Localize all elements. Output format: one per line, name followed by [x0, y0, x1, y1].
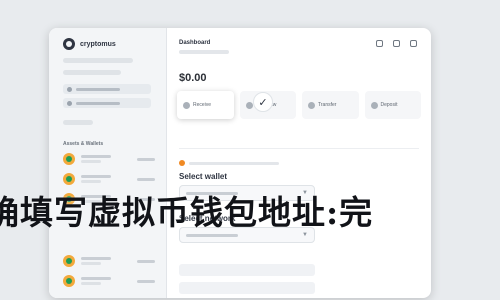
- form-field-placeholder[interactable]: [179, 282, 315, 294]
- sidebar-item[interactable]: [63, 98, 151, 108]
- main-panel: Dashboard $0.00 Receive Withdraw Transfe…: [167, 28, 431, 298]
- asset-row[interactable]: [63, 172, 155, 186]
- overlay-caption: 确填写虚拟币钱包地址:完: [0, 193, 374, 232]
- settings-icon[interactable]: [393, 40, 400, 47]
- brand-name: cryptomus: [80, 40, 116, 48]
- action-bar: Receive Withdraw Transfer Deposit: [177, 90, 421, 120]
- wallet-icon: [370, 101, 378, 109]
- receive-label: Receive: [193, 102, 212, 108]
- deposit-button[interactable]: Deposit: [364, 91, 421, 119]
- transfer-button[interactable]: Transfer: [302, 91, 359, 119]
- app-window: cryptomus Assets & Wallets Dashboard $0.…: [49, 28, 431, 298]
- arrow-down-icon: [183, 101, 190, 109]
- swap-icon: [308, 101, 315, 109]
- sidebar-nav-line[interactable]: [63, 120, 93, 125]
- asset-value-placeholder: [137, 279, 155, 283]
- nav-dot-icon: [67, 100, 72, 106]
- assets-heading: Assets & Wallets: [63, 141, 104, 147]
- form-field-placeholder[interactable]: [179, 264, 315, 276]
- page-title: Dashboard: [179, 40, 211, 46]
- warning-icon: [179, 160, 185, 166]
- coin-icon: [63, 255, 75, 267]
- arrow-up-icon: [245, 101, 253, 109]
- balance-caption-placeholder: [179, 50, 229, 54]
- warning-text-placeholder: [189, 161, 279, 165]
- sidebar-item-label-placeholder: [76, 87, 120, 91]
- top-toolbar: [376, 40, 417, 47]
- deposit-label: Deposit: [380, 102, 398, 108]
- divider: [179, 148, 419, 149]
- asset-value-placeholder: [137, 157, 155, 161]
- asset-row[interactable]: [63, 152, 155, 166]
- asset-value-placeholder: [137, 177, 155, 181]
- sidebar-nav-line[interactable]: [63, 58, 133, 63]
- transfer-label: Transfer: [318, 102, 337, 108]
- logo-icon: [63, 38, 75, 50]
- warning-note: [179, 160, 279, 166]
- sidebar-item-label-placeholder: [76, 101, 120, 105]
- coin-icon: [63, 173, 75, 185]
- coin-icon: [63, 153, 75, 165]
- notification-icon[interactable]: [376, 40, 383, 47]
- asset-row[interactable]: [63, 254, 155, 268]
- check-icon: ✓: [253, 92, 273, 112]
- coin-icon: [63, 275, 75, 287]
- profile-icon[interactable]: [410, 40, 417, 47]
- sidebar-nav-line[interactable]: [63, 70, 121, 75]
- asset-value-placeholder: [137, 259, 155, 263]
- asset-row[interactable]: [63, 274, 155, 288]
- brand[interactable]: cryptomus: [63, 38, 116, 50]
- balance-amount: $0.00: [179, 72, 207, 84]
- nav-dot-icon: [67, 86, 72, 92]
- sidebar: cryptomus Assets & Wallets: [49, 28, 167, 298]
- receive-button[interactable]: Receive: [177, 91, 234, 119]
- sidebar-item-active[interactable]: [63, 84, 151, 94]
- select-wallet-title: Select wallet: [179, 172, 228, 181]
